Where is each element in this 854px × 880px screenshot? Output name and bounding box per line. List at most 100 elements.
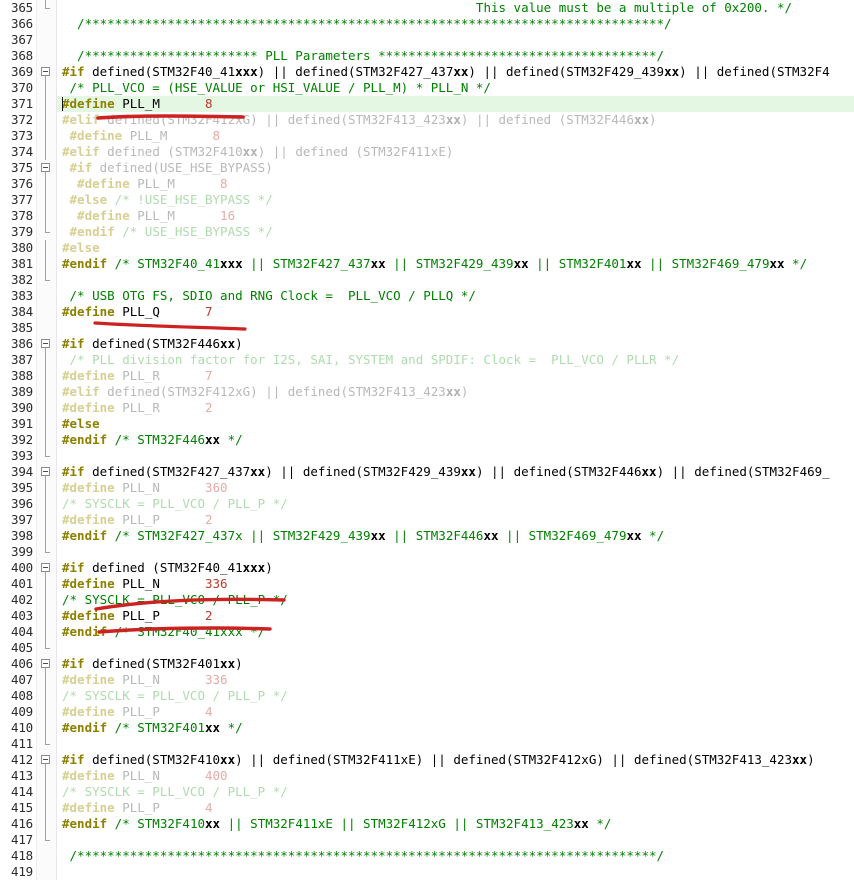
code-text-cell[interactable]: #define PLL_P 2 bbox=[57, 608, 854, 624]
fold-gutter-cell[interactable] bbox=[36, 224, 57, 240]
line-number[interactable]: 409 bbox=[0, 704, 36, 720]
code-line[interactable]: 380 #else bbox=[0, 240, 854, 256]
fold-gutter-cell[interactable] bbox=[36, 512, 57, 528]
code-text-cell[interactable]: #endif /* STM32F446xx */ bbox=[57, 432, 854, 448]
line-number[interactable]: 406 bbox=[0, 656, 36, 672]
code-text-cell[interactable]: #elif defined (STM32F410xx) || defined (… bbox=[57, 144, 854, 160]
code-text-cell[interactable]: #if defined(STM32F427_437xx) || defined(… bbox=[57, 464, 854, 480]
fold-gutter-cell[interactable] bbox=[36, 448, 57, 464]
fold-collapse-icon[interactable] bbox=[41, 659, 50, 668]
code-line[interactable]: 381 #endif /* STM32F40_41xxx || STM32F427… bbox=[0, 256, 854, 272]
fold-gutter-cell[interactable] bbox=[36, 80, 57, 96]
fold-collapse-icon[interactable] bbox=[41, 467, 50, 476]
line-number[interactable]: 371 bbox=[0, 96, 36, 112]
fold-gutter-cell[interactable] bbox=[36, 192, 57, 208]
fold-gutter-cell[interactable] bbox=[36, 736, 57, 752]
line-number[interactable]: 368 bbox=[0, 48, 36, 64]
code-text-cell[interactable]: #define PLL_N 400 bbox=[57, 768, 854, 784]
code-line[interactable]: 394 #if defined(STM32F427_437xx) || defin… bbox=[0, 464, 854, 480]
fold-gutter-cell[interactable] bbox=[36, 752, 57, 768]
line-number[interactable]: 385 bbox=[0, 320, 36, 336]
code-line[interactable]: 390 #define PLL_R 2 bbox=[0, 400, 854, 416]
code-text-cell[interactable]: #define PLL_M 8 bbox=[57, 96, 854, 112]
line-number[interactable]: 386 bbox=[0, 336, 36, 352]
code-line[interactable]: 370 /* PLL_VCO = (HSE_VALUE or HSI_VALUE… bbox=[0, 80, 854, 96]
fold-gutter-cell[interactable] bbox=[36, 560, 57, 576]
fold-gutter-cell[interactable] bbox=[36, 544, 57, 560]
code-line[interactable]: 383 /* USB OTG FS, SDIO and RNG Clock = … bbox=[0, 288, 854, 304]
code-line[interactable]: 413 #define PLL_N 400 bbox=[0, 768, 854, 784]
fold-gutter-cell[interactable] bbox=[36, 624, 57, 640]
code-line[interactable]: 382 bbox=[0, 272, 854, 288]
line-number[interactable]: 388 bbox=[0, 368, 36, 384]
code-text-cell[interactable]: /***************************************… bbox=[57, 16, 854, 32]
code-line[interactable]: 388 #define PLL_R 7 bbox=[0, 368, 854, 384]
code-line[interactable]: 414 /* SYSCLK = PLL_VCO / PLL_P */ bbox=[0, 784, 854, 800]
line-number[interactable]: 372 bbox=[0, 112, 36, 128]
line-number[interactable]: 401 bbox=[0, 576, 36, 592]
code-line[interactable]: 418 /***********************************… bbox=[0, 848, 854, 864]
code-line[interactable]: 396 /* SYSCLK = PLL_VCO / PLL_P */ bbox=[0, 496, 854, 512]
fold-collapse-icon[interactable] bbox=[41, 339, 50, 348]
fold-gutter-cell[interactable] bbox=[36, 272, 57, 288]
fold-gutter-cell[interactable] bbox=[36, 96, 57, 112]
code-line[interactable]: 386 #if defined(STM32F446xx) bbox=[0, 336, 854, 352]
fold-collapse-icon[interactable] bbox=[41, 67, 50, 76]
code-text-cell[interactable]: /* SYSCLK = PLL_VCO / PLL_P */ bbox=[57, 496, 854, 512]
code-line[interactable]: 378 #define PLL_M 16 bbox=[0, 208, 854, 224]
code-text-cell[interactable]: #endif /* USE_HSE_BYPASS */ bbox=[57, 224, 854, 240]
fold-gutter-cell[interactable] bbox=[36, 304, 57, 320]
line-number[interactable]: 382 bbox=[0, 272, 36, 288]
code-line[interactable]: 392 #endif /* STM32F446xx */ bbox=[0, 432, 854, 448]
code-text-cell[interactable]: #if defined (STM32F40_41xxx) bbox=[57, 560, 854, 576]
fold-gutter-cell[interactable] bbox=[36, 352, 57, 368]
code-line[interactable]: 365 This value must be a multiple of 0x2… bbox=[0, 0, 854, 16]
code-line[interactable]: 411 bbox=[0, 736, 854, 752]
line-number[interactable]: 396 bbox=[0, 496, 36, 512]
code-text-cell[interactable]: #define PLL_M 8 bbox=[57, 128, 854, 144]
fold-gutter-cell[interactable] bbox=[36, 320, 57, 336]
code-line[interactable]: 417 bbox=[0, 832, 854, 848]
fold-gutter-cell[interactable] bbox=[36, 64, 57, 80]
fold-collapse-icon[interactable] bbox=[41, 163, 50, 172]
line-number[interactable]: 389 bbox=[0, 384, 36, 400]
fold-gutter-cell[interactable] bbox=[36, 768, 57, 784]
code-text-cell[interactable]: #define PLL_M 16 bbox=[57, 208, 854, 224]
code-line[interactable]: 410 #endif /* STM32F401xx */ bbox=[0, 720, 854, 736]
fold-gutter-cell[interactable] bbox=[36, 800, 57, 816]
code-line[interactable]: 371 #define PLL_M 8 bbox=[0, 96, 854, 112]
fold-gutter-cell[interactable] bbox=[36, 144, 57, 160]
fold-gutter-cell[interactable] bbox=[36, 832, 57, 848]
code-text-cell[interactable]: #elif defined(STM32F412xG) || defined(ST… bbox=[57, 384, 854, 400]
code-text-cell[interactable]: /***************************************… bbox=[57, 848, 854, 864]
code-line[interactable]: 377 #else /* !USE_HSE_BYPASS */ bbox=[0, 192, 854, 208]
code-text-cell[interactable] bbox=[57, 640, 854, 656]
code-text-cell[interactable]: #else bbox=[57, 240, 854, 256]
line-number[interactable]: 369 bbox=[0, 64, 36, 80]
line-number[interactable]: 387 bbox=[0, 352, 36, 368]
code-text-cell[interactable]: This value must be a multiple of 0x200. … bbox=[57, 0, 854, 16]
code-line[interactable]: 406 #if defined(STM32F401xx) bbox=[0, 656, 854, 672]
code-text-cell[interactable] bbox=[57, 736, 854, 752]
fold-gutter-cell[interactable] bbox=[36, 496, 57, 512]
line-number[interactable]: 378 bbox=[0, 208, 36, 224]
code-text-cell[interactable]: #else bbox=[57, 416, 854, 432]
code-text-cell[interactable]: #else /* !USE_HSE_BYPASS */ bbox=[57, 192, 854, 208]
code-text-cell[interactable]: #define PLL_N 360 bbox=[57, 480, 854, 496]
code-line[interactable]: 407 #define PLL_N 336 bbox=[0, 672, 854, 688]
code-line[interactable]: 367 bbox=[0, 32, 854, 48]
code-text-cell[interactable]: #if defined(STM32F410xx) || defined(STM3… bbox=[57, 752, 854, 768]
code-text-cell[interactable]: #elif defined(STM32F412xG) || defined(ST… bbox=[57, 112, 854, 128]
code-line-list[interactable]: 365 This value must be a multiple of 0x2… bbox=[0, 0, 854, 880]
code-text-cell[interactable] bbox=[57, 448, 854, 464]
line-number[interactable]: 411 bbox=[0, 736, 36, 752]
code-line[interactable]: 373 #define PLL_M 8 bbox=[0, 128, 854, 144]
code-text-cell[interactable]: #if defined(STM32F446xx) bbox=[57, 336, 854, 352]
fold-gutter-cell[interactable] bbox=[36, 592, 57, 608]
code-line[interactable]: 397 #define PLL_P 2 bbox=[0, 512, 854, 528]
fold-gutter-cell[interactable] bbox=[36, 256, 57, 272]
code-text-cell[interactable]: /* USB OTG FS, SDIO and RNG Clock = PLL_… bbox=[57, 288, 854, 304]
fold-gutter-cell[interactable] bbox=[36, 16, 57, 32]
fold-gutter-cell[interactable] bbox=[36, 160, 57, 176]
code-text-cell[interactable] bbox=[57, 320, 854, 336]
